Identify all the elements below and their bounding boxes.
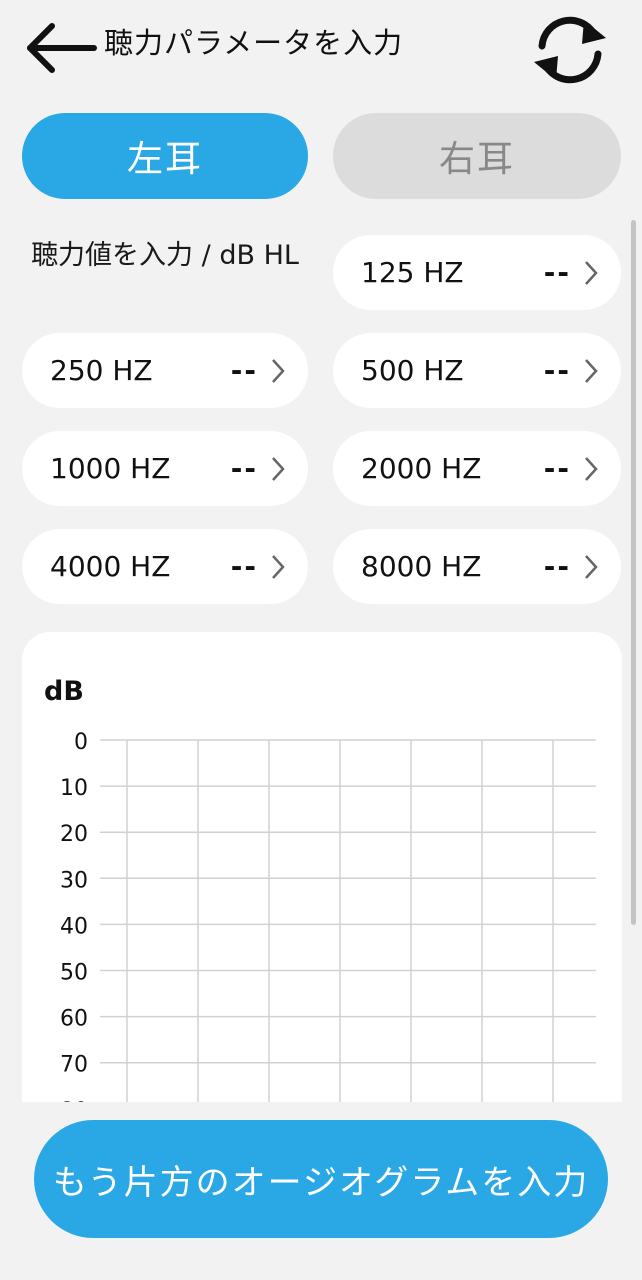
freq-label: 1000 HZ xyxy=(50,452,171,485)
chevron-right-icon xyxy=(272,359,285,383)
freq-label: 8000 HZ xyxy=(361,550,482,583)
scrollbar[interactable] xyxy=(631,220,636,925)
chevron-right-icon xyxy=(585,457,598,481)
y-tick-label: 60 xyxy=(60,1007,88,1032)
refresh-icon xyxy=(534,16,606,84)
freq-500-row[interactable]: 500 HZ -- xyxy=(333,333,621,408)
freq-125-row[interactable]: 125 HZ -- xyxy=(333,235,621,310)
freq-label: 2000 HZ xyxy=(361,452,482,485)
y-tick-label: 20 xyxy=(60,822,88,847)
y-tick-label: 10 xyxy=(60,776,88,801)
audiogram-svg: dB 0 10 20 30 40 50 60 70 80 xyxy=(44,676,596,1102)
freq-label: 500 HZ xyxy=(361,354,464,387)
y-tick-label: 50 xyxy=(60,961,88,986)
back-button[interactable] xyxy=(22,16,98,80)
chevron-right-icon xyxy=(272,457,285,481)
y-tick-label: 80 xyxy=(60,1099,88,1102)
y-tick-label: 70 xyxy=(60,1053,88,1078)
freq-4000-row[interactable]: 4000 HZ -- xyxy=(22,529,308,604)
y-tick-label: 30 xyxy=(60,868,88,893)
input-label: 聴力値を入力 / dB HL xyxy=(31,240,299,271)
freq-label: 125 HZ xyxy=(361,256,464,289)
chevron-right-icon xyxy=(585,261,598,285)
chevron-right-icon xyxy=(272,555,285,579)
tab-left-ear[interactable]: 左耳 xyxy=(22,113,308,199)
chevron-right-icon xyxy=(585,555,598,579)
freq-1000-row[interactable]: 1000 HZ -- xyxy=(22,431,308,506)
y-tick-label: 40 xyxy=(60,914,88,939)
tab-right-ear[interactable]: 右耳 xyxy=(333,113,621,199)
enter-other-audiogram-button[interactable]: もう片方のオージオグラムを入力 xyxy=(34,1120,608,1238)
freq-value: -- xyxy=(230,354,258,387)
header: 聴力パラメータを入力 xyxy=(0,0,642,100)
freq-value: -- xyxy=(543,452,571,485)
y-tick-label: 0 xyxy=(74,730,88,755)
freq-value: -- xyxy=(230,452,258,485)
page-title: 聴力パラメータを入力 xyxy=(104,26,404,60)
arrow-left-icon xyxy=(27,23,97,73)
y-axis-label: dB xyxy=(44,676,84,707)
freq-value: -- xyxy=(543,354,571,387)
freq-value: -- xyxy=(230,550,258,583)
freq-250-row[interactable]: 250 HZ -- xyxy=(22,333,308,408)
refresh-button[interactable] xyxy=(524,10,616,88)
freq-value: -- xyxy=(543,256,571,289)
freq-value: -- xyxy=(543,550,571,583)
freq-label: 250 HZ xyxy=(50,354,153,387)
audiogram-chart: dB 0 10 20 30 40 50 60 70 80 xyxy=(22,632,622,1102)
chevron-right-icon xyxy=(585,359,598,383)
freq-2000-row[interactable]: 2000 HZ -- xyxy=(333,431,621,506)
freq-8000-row[interactable]: 8000 HZ -- xyxy=(333,529,621,604)
freq-label: 4000 HZ xyxy=(50,550,171,583)
